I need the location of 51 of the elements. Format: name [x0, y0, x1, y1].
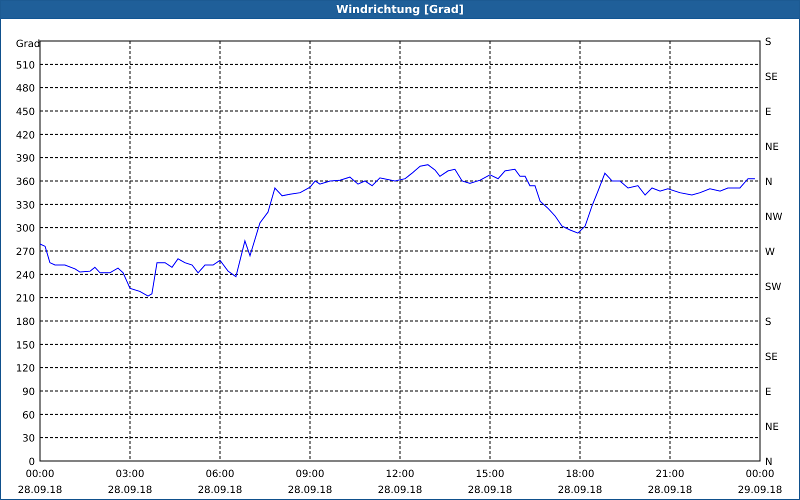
- x-tick-date: 28.09.18: [288, 485, 332, 496]
- x-tick-time: 12:00: [386, 469, 414, 480]
- y-tick-label: 240: [16, 270, 35, 282]
- y-tick-label: 480: [16, 84, 35, 95]
- compass-tick-label: NE: [765, 142, 779, 153]
- x-tick-time: 18:00: [566, 469, 594, 480]
- compass-tick-label: NW: [765, 212, 782, 223]
- y-tick-label: 270: [16, 247, 35, 258]
- x-tick-time: 21:00: [656, 469, 684, 480]
- compass-tick-label: SW: [765, 282, 782, 293]
- y-tick-label: 300: [16, 224, 35, 235]
- y-tick-label: 90: [22, 387, 35, 398]
- y-tick-label: 0: [28, 457, 35, 468]
- y-tick-label: 450: [16, 107, 35, 118]
- chart-title: Windrichtung [Grad]: [1, 1, 799, 19]
- x-tick-date: 28.09.18: [648, 485, 692, 496]
- compass-tick-label: S: [765, 317, 772, 328]
- x-tick-date: 28.09.18: [468, 485, 512, 496]
- x-tick-time: 09:00: [296, 469, 324, 480]
- compass-tick-label: NE: [765, 422, 779, 433]
- compass-tick-label: SE: [765, 352, 778, 363]
- y-tick-label: 330: [16, 200, 35, 212]
- compass-tick-label: SE: [765, 72, 778, 83]
- compass-tick-label: S: [765, 37, 772, 48]
- x-tick-date: 28.09.18: [378, 485, 422, 496]
- compass-tick-label: N: [765, 457, 772, 468]
- y-axis-title: Grad: [16, 39, 40, 50]
- y-tick-label: 30: [22, 434, 35, 445]
- x-tick-time: 15:00: [476, 469, 504, 480]
- x-tick-time: 00:00: [26, 469, 54, 480]
- compass-tick-label: W: [765, 247, 775, 258]
- y-tick-label: 360: [16, 177, 35, 188]
- y-tick-label: 150: [16, 340, 35, 352]
- x-tick-date: 28.09.18: [18, 485, 62, 496]
- y-tick-label: 120: [16, 364, 35, 375]
- y-tick-label: 210: [16, 294, 35, 305]
- y-tick-label: 60: [22, 410, 35, 422]
- x-tick-date: 29.09.18: [738, 485, 782, 496]
- x-tick-date: 28.09.18: [558, 485, 602, 496]
- x-tick-date: 28.09.18: [108, 485, 152, 496]
- y-tick-label: 180: [16, 317, 35, 328]
- x-tick-time: 00:00: [746, 469, 774, 480]
- x-tick-time: 06:00: [206, 469, 234, 480]
- compass-tick-label: E: [765, 107, 772, 118]
- compass-tick-label: N: [765, 177, 772, 188]
- compass-tick-label: E: [765, 387, 772, 398]
- y-tick-label: 420: [16, 130, 35, 142]
- x-tick-time: 03:00: [116, 469, 144, 480]
- y-tick-label: 390: [16, 154, 35, 165]
- y-tick-label: 510: [16, 60, 35, 72]
- x-tick-date: 28.09.18: [198, 485, 242, 496]
